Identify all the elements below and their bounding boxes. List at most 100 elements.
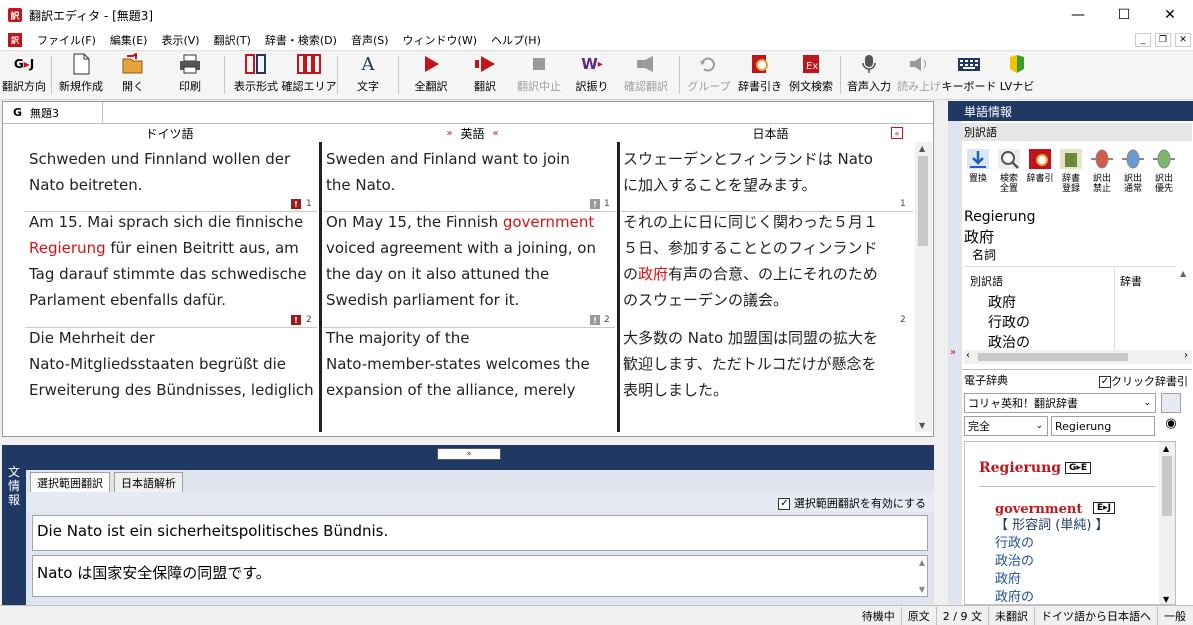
search-replace-all-button[interactable]: 検索 全置 bbox=[994, 146, 1024, 194]
svg-text:Ex: Ex bbox=[806, 61, 818, 72]
menu-file[interactable]: ファイル(F) bbox=[30, 30, 103, 51]
mdi-close-button[interactable]: ✕ bbox=[1175, 33, 1191, 47]
toolbar: G▸J 翻訳方向 新規作成 開く 印刷 表示形式 確認エリア A 文字 全翻訳 … bbox=[0, 52, 1193, 100]
dictionary-select[interactable]: コリャ英和！翻訳辞書 ⌄ bbox=[964, 393, 1156, 413]
binoculars-icon[interactable]: ◉ bbox=[1161, 416, 1181, 436]
info-icon[interactable]: ! bbox=[590, 199, 600, 209]
word-info-entry: Regierung 政府 名詞 bbox=[964, 209, 1036, 262]
menu-window[interactable]: ウィンドウ(W) bbox=[396, 30, 484, 51]
menu-translate[interactable]: 翻訳(T) bbox=[207, 30, 258, 51]
status-bar: 待機中 原文 2 / 9 文 未翻訳 ドイツ語から日本語へ 一般 bbox=[0, 605, 1193, 625]
document-icon[interactable]: 訳 bbox=[8, 33, 22, 47]
microphone-icon bbox=[857, 53, 881, 75]
ruby-translation-icon: W ▸ bbox=[581, 55, 603, 73]
mdi-minimize-button[interactable]: _ bbox=[1135, 33, 1151, 47]
toolbar-stop[interactable]: 翻訳中止 bbox=[510, 52, 568, 98]
collapse-column-icon[interactable]: « bbox=[891, 127, 903, 139]
toolbar-ruby[interactable]: W ▸ 訳振り bbox=[568, 52, 616, 98]
segment-3-german[interactable]: Die Mehrheit der Nato-Mitgliedsstaaten be… bbox=[29, 325, 314, 403]
toolbar-confirm-translation[interactable]: 確認翻訳 bbox=[616, 52, 676, 98]
match-mode-select[interactable]: 完全 ⌄ bbox=[964, 416, 1048, 436]
toolbar-keyboard[interactable]: キーボード bbox=[942, 52, 997, 98]
replace-icon bbox=[964, 146, 992, 172]
toolbar-translate[interactable]: 翻訳 bbox=[460, 52, 510, 98]
list-item[interactable]: 行政の bbox=[988, 313, 1030, 333]
minimize-button[interactable]: — bbox=[1055, 0, 1101, 30]
toolbar-translate-all[interactable]: 全翻訳 bbox=[402, 52, 460, 98]
toolbar-display-format[interactable]: 表示形式 bbox=[228, 52, 284, 98]
toolbar-check-area[interactable]: 確認エリア bbox=[282, 52, 337, 98]
segment-3-english[interactable]: The majority of the Nato-member-states we… bbox=[326, 325, 590, 403]
status-direction: ドイツ語から日本語へ bbox=[1034, 606, 1157, 625]
toolbar-dictionary-lookup[interactable]: 辞書引き bbox=[735, 52, 785, 98]
segment-3-japanese[interactable]: 大多数の Nato 加盟国は同盟の拡大を 歓迎します、ただトルコだけが懸念を 表明し… bbox=[623, 325, 878, 403]
sentence-info-panel: 文情報 選択範囲翻訳 日本語解析 ✓ 選択範囲翻訳を有効にする Die Nato… bbox=[2, 465, 934, 605]
menu-dictionary[interactable]: 辞書・検索(D) bbox=[258, 30, 344, 51]
editor-scrollbar[interactable]: ▲ ▼ bbox=[915, 142, 932, 432]
status-field: 一般 bbox=[1157, 606, 1193, 625]
sub-entry-word[interactable]: government bbox=[995, 502, 1082, 517]
dictionary-lookup-button[interactable]: 辞書引 bbox=[1025, 146, 1055, 194]
menu-voice[interactable]: 音声(S) bbox=[344, 30, 396, 51]
collapse-left-icon[interactable]: » bbox=[446, 128, 452, 139]
status-state: 待機中 bbox=[861, 609, 895, 623]
translation-priority-button[interactable]: 訳出 優先 bbox=[1149, 146, 1179, 194]
tab-selection-translation[interactable]: 選択範囲翻訳 bbox=[30, 472, 110, 492]
right-panel-collapse-bar[interactable]: » bbox=[948, 121, 962, 605]
toolbar-translation-direction[interactable]: G▸J 翻訳方向 bbox=[0, 52, 48, 98]
toolbar-print[interactable]: 印刷 bbox=[159, 52, 221, 98]
toolbar-voice-input[interactable]: 音声入力 bbox=[844, 52, 894, 98]
segment-1-german[interactable]: Schweden und Finnland wollen der Nato bei… bbox=[29, 146, 290, 198]
alt-translation-list: 別訳語 辞書 政府 行政の 政治の ▲ bbox=[964, 266, 1186, 351]
horizontal-scrollbar[interactable]: ‹ › bbox=[964, 350, 1192, 364]
segment-1-japanese[interactable]: スウェーデンとフィンランドは Nato に加入することを望みます。 bbox=[623, 146, 873, 198]
translation-normal-button[interactable]: 訳出 通常 bbox=[1118, 146, 1148, 194]
menu-help[interactable]: ヘルプ(H) bbox=[484, 30, 548, 51]
dictionary-settings-icon[interactable] bbox=[1161, 393, 1181, 413]
list-item[interactable]: 政府 bbox=[988, 293, 1030, 313]
info-icon[interactable]: ! bbox=[590, 315, 600, 325]
document-tab[interactable]: G 無題3 bbox=[3, 102, 103, 123]
dictionary-register-button[interactable]: 辞書 登録 bbox=[1056, 146, 1086, 194]
toolbar-font[interactable]: A 文字 bbox=[341, 52, 395, 98]
menu-view[interactable]: 表示(V) bbox=[154, 30, 206, 51]
status-translated: 未翻訳 bbox=[988, 606, 1034, 625]
expand-panel-icon[interactable]: » bbox=[950, 347, 956, 358]
new-document-icon bbox=[69, 53, 93, 75]
replace-button[interactable]: 置換 bbox=[963, 146, 993, 194]
translate-icon bbox=[473, 53, 497, 75]
collapse-pane-icon[interactable]: » bbox=[437, 448, 501, 460]
enable-selection-checkbox[interactable]: ✓ 選択範囲翻訳を有効にする bbox=[778, 495, 926, 511]
target-sentence-field[interactable]: Nato は国家安全保障の同盟です。 ▲ ▼ bbox=[32, 555, 928, 597]
dictionary-search-input[interactable]: Regierung bbox=[1051, 416, 1155, 436]
toolbar-lv-navi[interactable]: LVナビ bbox=[994, 52, 1040, 98]
confirm-translation-icon bbox=[634, 53, 658, 75]
segment-2-german[interactable]: Am 15. Mai sprach sich die finnische Reg… bbox=[29, 209, 307, 313]
source-sentence-field[interactable]: Die Nato ist ein sicherheitspolitisches … bbox=[32, 515, 928, 551]
close-button[interactable]: ✕ bbox=[1147, 0, 1193, 30]
click-lookup-checkbox[interactable]: ✓ クリック辞書引 bbox=[1099, 373, 1188, 389]
toolbar-read-aloud[interactable]: 読み上げ bbox=[894, 52, 944, 98]
maximize-button[interactable]: ☐ bbox=[1101, 0, 1147, 30]
segment-1-english[interactable]: Sweden and Finland want to join the Nato. bbox=[326, 146, 570, 198]
mdi-restore-button[interactable]: ❐ bbox=[1155, 33, 1171, 47]
translation-forbid-button[interactable]: 訳出 禁止 bbox=[1087, 146, 1117, 194]
tab-japanese-analysis[interactable]: 日本語解析 bbox=[114, 472, 183, 492]
font-icon: A bbox=[361, 53, 375, 75]
warning-icon[interactable]: ! bbox=[291, 199, 301, 209]
slider-priority-icon bbox=[1150, 146, 1178, 172]
segment-2-english[interactable]: On May 15, the Finnish government voiced… bbox=[326, 209, 596, 313]
entry-word: Regierung bbox=[979, 460, 1062, 476]
dictionary-scrollbar[interactable]: ▲ ▼ bbox=[1159, 442, 1175, 604]
entry-direction-tag: G▸E bbox=[1065, 462, 1092, 474]
menu-edit[interactable]: 編集(E) bbox=[103, 30, 155, 51]
toolbar-example-search[interactable]: Ex 例文検索 bbox=[785, 52, 837, 98]
warning-icon[interactable]: ! bbox=[291, 315, 301, 325]
toolbar-group[interactable]: グループ bbox=[683, 52, 735, 98]
toolbar-open[interactable]: 開く bbox=[107, 52, 159, 98]
toolbar-new[interactable]: 新規作成 bbox=[55, 52, 107, 98]
search-replace-icon bbox=[995, 146, 1023, 172]
word-info-header: 単語情報 bbox=[948, 101, 1193, 121]
segment-2-japanese[interactable]: それの上に日に同じく関わった５月１ ５日、参加することとのフィンランド の政府有… bbox=[623, 209, 878, 313]
collapse-right-icon[interactable]: « bbox=[493, 128, 499, 139]
